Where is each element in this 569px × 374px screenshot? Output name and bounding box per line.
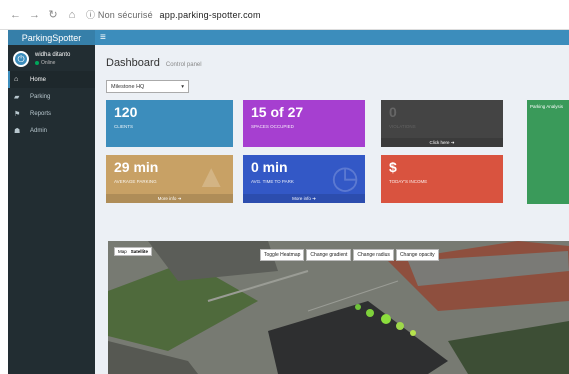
stat-value: 0 xyxy=(389,104,397,120)
chevron-down-icon: ▾ xyxy=(181,83,184,90)
status-dot-icon xyxy=(35,61,39,65)
change-gradient-button[interactable]: Change gradient xyxy=(306,249,352,261)
reload-icon[interactable]: ↻ xyxy=(48,8,58,21)
home-icon[interactable]: ⌂ xyxy=(67,9,77,21)
stat-value: 0 min xyxy=(251,159,288,175)
stat-tile-analysis: Parking Analysis xyxy=(527,100,569,204)
stat-value: $ xyxy=(389,159,397,175)
home-icon: ⌂ xyxy=(14,76,19,83)
stat-tile-avg-time: ◷ 0 min Avg. time to park More info ➜ xyxy=(243,155,365,203)
user-status: Online xyxy=(35,60,70,66)
stat-tile-clients: 120 Clients xyxy=(106,100,233,147)
car-icon: ▰ xyxy=(14,93,20,101)
brand-logo[interactable]: ParkingSpotter xyxy=(8,30,95,45)
toggle-heatmap-button[interactable]: Toggle Heatmap xyxy=(260,249,305,261)
sidebar-item-reports[interactable]: ⚑ Reports xyxy=(8,105,95,122)
security-label: Non sécurisé xyxy=(97,10,153,20)
more-info-link[interactable]: More info ➜ xyxy=(106,194,233,203)
stat-label: Clients xyxy=(114,124,134,129)
page-subtitle: Control panel xyxy=(165,62,202,68)
user-panel: ⏻ widha ditanto Online xyxy=(8,45,95,71)
power-icon: ⏻ xyxy=(13,51,29,67)
map-type-map[interactable]: Map xyxy=(118,249,127,254)
more-info-link[interactable]: More info ➜ xyxy=(243,194,365,203)
zone-select-value: Milestone HQ xyxy=(111,83,145,90)
change-radius-button[interactable]: Change radius xyxy=(353,249,394,261)
stat-label: Avg. time to park xyxy=(251,179,294,184)
sidebar-item-label: Home xyxy=(30,76,47,83)
app-window: ParkingSpotter ⏻ widha ditanto Online ⌂ … xyxy=(8,30,569,374)
clock-icon: ◷ xyxy=(331,159,359,195)
menu-toggle-icon[interactable]: ≡ xyxy=(100,32,106,43)
stat-tile-spaces: 15 of 27 Spaces occupied xyxy=(243,100,365,147)
user-name: widha ditanto xyxy=(35,52,71,58)
info-icon: ⓘ xyxy=(86,10,96,20)
road-icon: ▲ xyxy=(195,158,227,194)
sidebar-item-label: Reports xyxy=(30,110,52,117)
stat-tile-violations: 0 Violations Click here ➜ xyxy=(381,100,503,147)
flag-icon: ⚑ xyxy=(14,110,21,118)
stat-tile-income: $ Today's income xyxy=(381,155,503,203)
sidebar-item-label: Admin xyxy=(30,127,48,134)
address-bar[interactable]: ⓘ Non sécurisé app.parking-spotter.com xyxy=(86,8,261,21)
top-navbar: ≡ xyxy=(95,30,569,45)
sidebar-item-admin[interactable]: ☗ Admin xyxy=(8,122,95,139)
sidebar-item-home[interactable]: ⌂ Home xyxy=(8,71,95,88)
back-icon[interactable]: ← xyxy=(10,9,21,21)
stat-label: Parking Analysis xyxy=(530,104,564,109)
map-type-control: Map Satellite xyxy=(114,247,153,256)
page-title-text: Dashboard xyxy=(106,57,160,69)
map-type-satellite[interactable]: Satellite xyxy=(131,249,148,254)
stat-label: Average parking xyxy=(114,179,157,184)
browser-toolbar: ← → ↻ ⌂ ⓘ Non sécurisé app.parking-spott… xyxy=(0,0,569,30)
parking-map[interactable]: Map Satellite Toggle Heatmap Change grad… xyxy=(108,241,569,374)
url-text: app.parking-spotter.com xyxy=(159,10,261,20)
forward-icon[interactable]: → xyxy=(29,9,40,21)
stat-label: Today's income xyxy=(389,179,428,184)
zone-select[interactable]: Milestone HQ ▾ xyxy=(106,80,189,93)
stat-label: Spaces occupied xyxy=(251,124,294,129)
stat-tile-average-parking: ▲ 29 min Average parking More info ➜ xyxy=(106,155,233,203)
change-opacity-button[interactable]: Change opacity xyxy=(395,249,439,261)
stat-value: 120 xyxy=(114,104,138,120)
click-here-link[interactable]: Click here ➜ xyxy=(381,138,503,147)
sidebar-item-label: Parking xyxy=(30,93,51,100)
user-icon: ☗ xyxy=(14,127,21,135)
stat-value: 29 min xyxy=(114,159,159,175)
sidebar-item-parking[interactable]: ▰ Parking xyxy=(8,88,95,105)
user-status-text: Online xyxy=(41,60,56,66)
stat-label: Violations xyxy=(389,124,416,129)
page-title: Dashboard Control panel xyxy=(106,57,202,69)
sidebar: ParkingSpotter ⏻ widha ditanto Online ⌂ … xyxy=(8,30,95,374)
stat-value: 15 of 27 xyxy=(251,104,304,120)
map-toolbar: Toggle Heatmap Change gradient Change ra… xyxy=(260,249,439,261)
